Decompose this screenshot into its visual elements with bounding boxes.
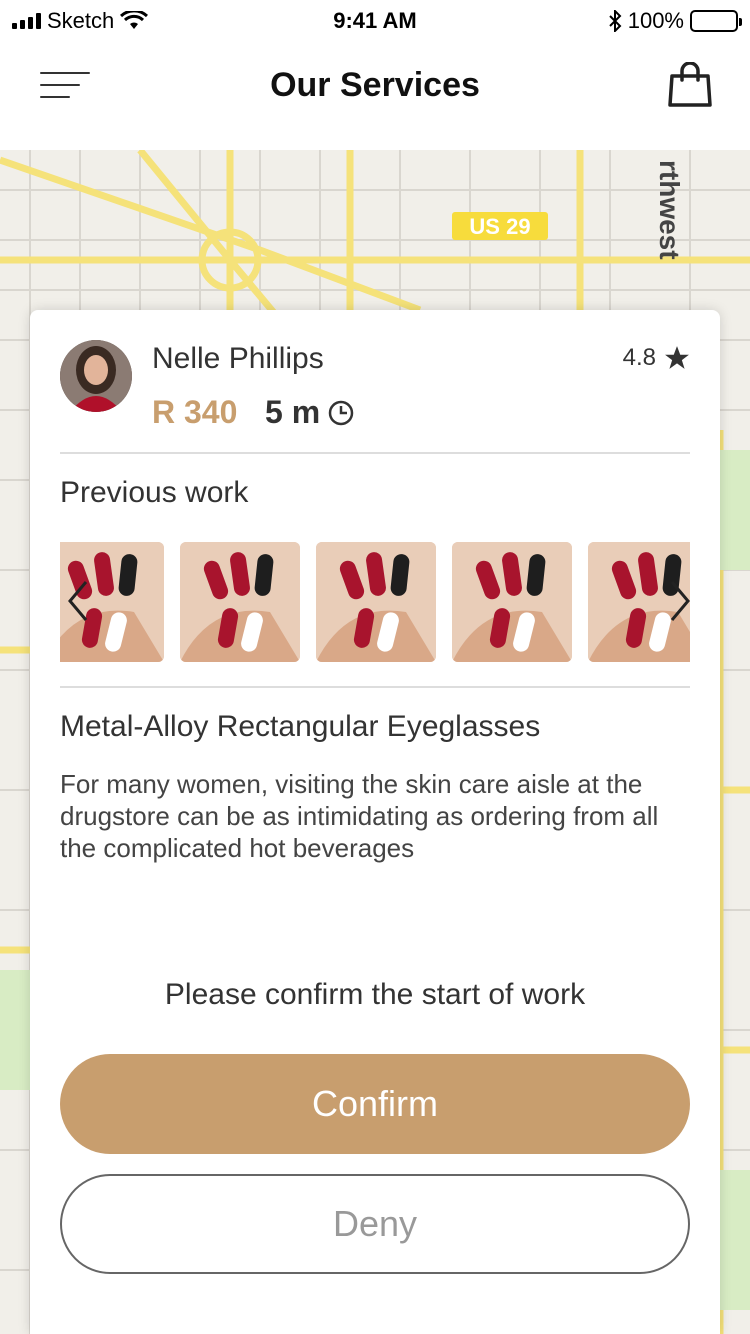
product-title: Metal-Alloy Rectangular Eyeglasses [60,710,541,743]
nail-art-image [452,542,572,662]
chevron-left-icon[interactable] [64,576,94,626]
confirm-prompt: Please confirm the start of work [164,978,586,1011]
chevron-right-icon[interactable] [664,576,694,626]
nail-art-image [180,542,300,662]
bluetooth-icon [609,10,622,32]
divider [60,686,690,688]
divider [60,452,690,454]
product-description: For many women, visiting the skin care a… [60,769,659,863]
work-thumbnail[interactable] [452,542,572,662]
status-bar: Sketch 9:41 AM 100% [0,0,750,40]
battery-percent: 100% [627,8,684,33]
nav-bar: Our Services [0,40,750,150]
battery-icon [690,10,742,32]
service-price: R 340 [152,394,238,430]
shopping-bag-icon[interactable] [668,62,712,108]
previous-work-title: Previous work [60,476,249,509]
confirm-button[interactable]: Confirm [60,1054,690,1154]
page-title: Our Services [270,66,480,104]
nail-art-image [316,542,436,662]
star-icon [665,346,689,369]
work-thumbnail[interactable] [180,542,300,662]
street-label: rthwest [654,160,685,260]
route-sign: US 29 [469,214,530,239]
provider-card: Nelle Phillips R 340 5 m 4.8 Previous wo… [30,310,720,1334]
rating-group: 4.8 [623,344,690,372]
clock-icon [328,400,354,425]
rating-value: 4.8 [622,344,656,371]
provider-name: Nelle Phillips [152,342,324,375]
battery-group: 100% [608,8,742,34]
duration-group: 5 m [265,394,354,431]
work-thumbnail[interactable] [316,542,436,662]
deny-button[interactable]: Deny [60,1174,690,1274]
avatar-image [60,340,132,412]
avatar[interactable] [60,340,132,412]
service-duration: 5 m [265,394,321,430]
previous-work-gallery[interactable] [60,542,690,662]
